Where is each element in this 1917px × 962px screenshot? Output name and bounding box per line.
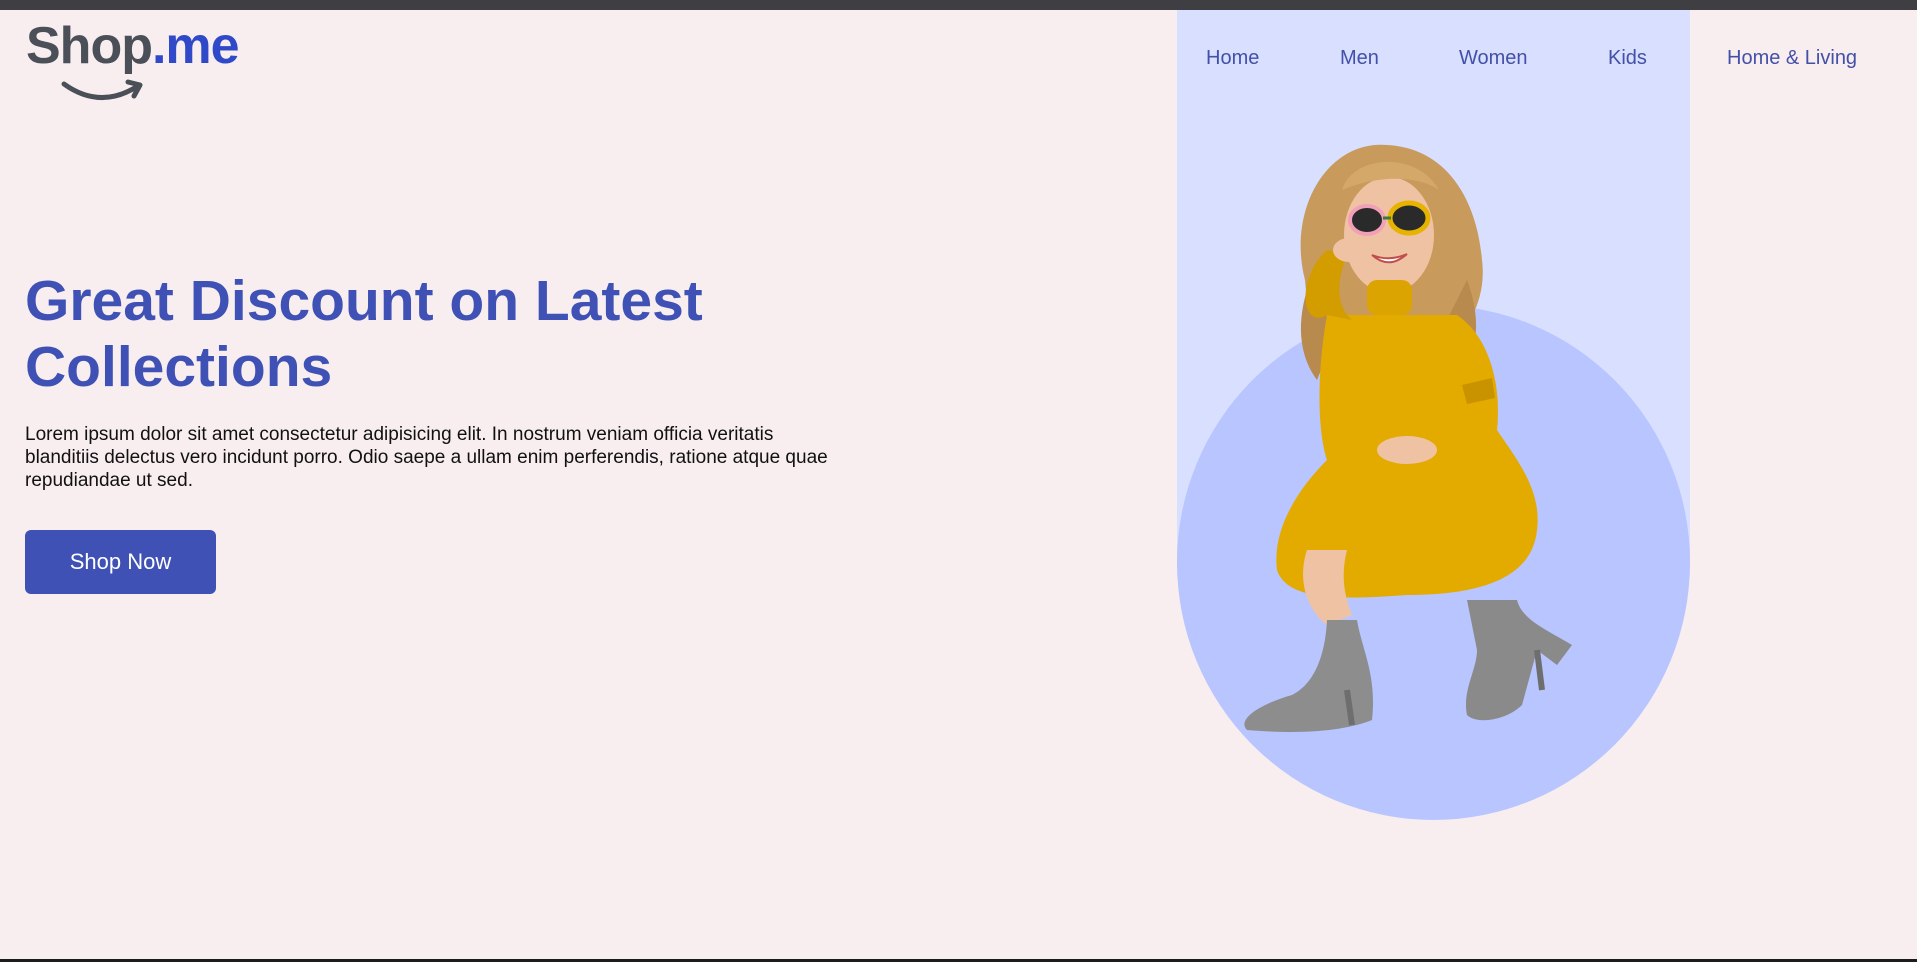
nav-item-home[interactable]: Home: [1206, 44, 1259, 72]
model-boot-left: [1244, 620, 1374, 732]
hero-description: Lorem ipsum dolor sit amet consectetur a…: [25, 424, 828, 491]
model-photo: [1244, 144, 1572, 732]
hero-headline: Great Discount on Latest Collections: [25, 269, 703, 399]
nav-item-men[interactable]: Men: [1340, 44, 1379, 72]
smile-arrow-icon: [61, 79, 143, 100]
shop-now-button[interactable]: Shop Now: [25, 530, 216, 594]
main-nav: Home Men Women Kids Home & Living: [0, 44, 1917, 74]
browser-top-bar: [0, 0, 1917, 10]
nav-item-kids[interactable]: Kids: [1608, 44, 1647, 72]
model-face: [1344, 177, 1434, 293]
nav-item-women[interactable]: Women: [1459, 44, 1528, 72]
nav-item-home-living[interactable]: Home & Living: [1727, 44, 1857, 72]
model-boot-right: [1465, 600, 1572, 721]
